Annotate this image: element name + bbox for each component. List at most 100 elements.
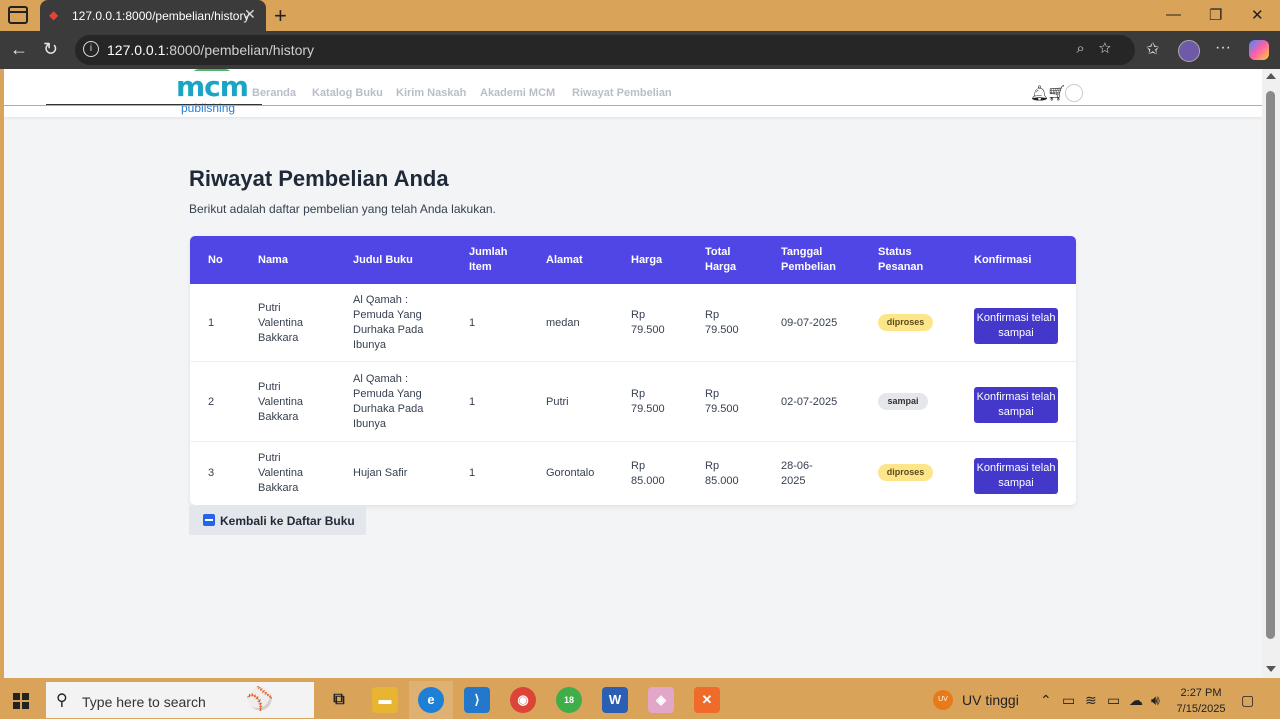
confirm-arrival-button[interactable]: Konfirmasi telah sampai bbox=[974, 387, 1058, 423]
header-total: Total Harga bbox=[705, 246, 737, 273]
scroll-down-icon[interactable] bbox=[1266, 666, 1276, 672]
cell-harga: Rp 79.500 bbox=[631, 309, 665, 336]
zoom-and-favorite-icons[interactable]: ⌕☆ bbox=[1076, 40, 1125, 57]
cell-total: Rp 79.500 bbox=[705, 309, 739, 336]
refresh-icon[interactable]: ↻ bbox=[43, 39, 58, 60]
cart-icon[interactable]: 🛒︎ bbox=[1047, 84, 1066, 102]
task-view-icon[interactable]: ⧉ bbox=[326, 687, 352, 713]
cell-total: Rp 85.000 bbox=[705, 460, 739, 487]
tray-chevron-icon[interactable]: ⌃ bbox=[1040, 692, 1052, 709]
header-tanggal: Tanggal Pembelian bbox=[781, 246, 837, 273]
search-highlight-icon: ⚾ bbox=[246, 686, 274, 711]
status-badge: sampai bbox=[878, 393, 928, 410]
header-harga: Harga bbox=[631, 254, 663, 266]
profile-avatar[interactable] bbox=[1178, 40, 1200, 62]
vertical-scrollbar[interactable] bbox=[1262, 69, 1280, 678]
cell-no: 1 bbox=[208, 317, 215, 329]
windows-taskbar: ⚲ Type here to search ⚾ ⧉ ▬ e ⟩ ◉ 18 W ◈… bbox=[0, 681, 1280, 719]
weather-icon[interactable]: UV bbox=[933, 690, 953, 710]
confirm-arrival-button[interactable]: Konfirmasi telah sampai bbox=[974, 308, 1058, 344]
purchase-history-table: No Nama Judul Buku Jumlah Item Alamat Ha… bbox=[190, 236, 1076, 505]
cell-nama: Putri Valentina Bakkara bbox=[258, 302, 304, 344]
cell-tanggal: 28-06-2025 bbox=[781, 460, 813, 487]
notification-icon[interactable]: ▢ bbox=[1241, 692, 1254, 709]
taskbar-clock[interactable]: 2:27 PM 7/15/2025 bbox=[1174, 685, 1228, 717]
cell-tanggal: 02-07-2025 bbox=[781, 396, 838, 408]
cell-alamat: Gorontalo bbox=[546, 467, 595, 479]
back-to-catalog-button[interactable]: Kembali ke Daftar Buku bbox=[189, 506, 366, 535]
chrome-icon[interactable]: ◉ bbox=[510, 687, 536, 713]
close-tab-icon[interactable]: ✕ bbox=[244, 6, 256, 23]
cell-jumlah: 1 bbox=[469, 396, 476, 408]
frame-guide-line bbox=[4, 105, 1262, 106]
table-row: 2 Putri Valentina Bakkara Al Qamah : Pem… bbox=[190, 362, 1076, 442]
logo-text: mcm bbox=[176, 70, 249, 103]
edge-icon[interactable]: e bbox=[418, 687, 444, 713]
address-toolbar: ← ↻ i 127.0.0.1:8000/pembelian/history ⌕… bbox=[0, 31, 1280, 69]
tab-actions-icon[interactable] bbox=[8, 6, 28, 24]
cell-judul: Hujan Safir bbox=[353, 467, 408, 479]
windows-start-icon[interactable] bbox=[13, 693, 29, 709]
back-icon[interactable]: ← bbox=[10, 39, 28, 60]
cell-harga: Rp 85.000 bbox=[631, 460, 665, 487]
cell-nama: Putri Valentina Bakkara bbox=[258, 452, 304, 494]
browser-tab[interactable]: ◆ 127.0.0.1:8000/pembelian/history ✕ bbox=[40, 0, 266, 31]
nav-beranda[interactable]: Beranda bbox=[252, 87, 296, 99]
url-field[interactable]: i 127.0.0.1:8000/pembelian/history ⌕☆ bbox=[75, 35, 1135, 65]
cell-jumlah: 1 bbox=[469, 467, 476, 479]
mcm-logo[interactable]: mcm publishing bbox=[176, 69, 249, 116]
weather-text[interactable]: UV tinggi bbox=[962, 692, 1019, 708]
nav-riwayat-pembelian[interactable]: Riwayat Pembelian bbox=[572, 87, 672, 99]
window-close-icon[interactable]: ✕ bbox=[1251, 6, 1264, 24]
cell-judul: Al Qamah : Pemuda Yang Durhaka Pada Ibun… bbox=[353, 373, 424, 430]
cell-total: Rp 79.500 bbox=[705, 388, 739, 415]
tray-meet-icon[interactable]: ▭ bbox=[1062, 692, 1075, 709]
vscode-icon[interactable]: ⟩ bbox=[464, 687, 490, 713]
nav-akademi-mcm[interactable]: Akademi MCM bbox=[480, 87, 555, 99]
scroll-thumb[interactable] bbox=[1266, 91, 1275, 639]
battery-icon[interactable]: ▭ bbox=[1107, 692, 1120, 709]
user-menu-icon[interactable] bbox=[1065, 84, 1083, 102]
app-icon[interactable]: ◈ bbox=[648, 687, 674, 713]
header-konfirmasi: Konfirmasi bbox=[974, 254, 1032, 266]
header-nama: Nama bbox=[258, 254, 288, 266]
clock-time: 2:27 PM bbox=[1180, 687, 1222, 699]
site-info-icon[interactable]: i bbox=[83, 41, 99, 57]
taskbar-search[interactable]: ⚲ Type here to search ⚾ bbox=[46, 682, 314, 718]
search-placeholder: Type here to search bbox=[82, 694, 206, 710]
tab-title: 127.0.0.1:8000/pembelian/history bbox=[72, 9, 250, 23]
cloud-icon[interactable]: ☁ bbox=[1129, 692, 1143, 709]
scroll-up-icon[interactable] bbox=[1266, 73, 1276, 79]
header-status: Status Pesanan bbox=[878, 246, 924, 273]
cell-alamat: Putri bbox=[546, 396, 569, 408]
header-jumlah: Jumlah Item bbox=[469, 246, 508, 273]
favorites-icon[interactable]: ✩ bbox=[1146, 39, 1159, 59]
word-icon[interactable]: W bbox=[602, 687, 628, 713]
nav-katalog-buku[interactable]: Katalog Buku bbox=[312, 87, 383, 99]
status-badge: diproses bbox=[878, 314, 933, 331]
cell-alamat: medan bbox=[546, 317, 580, 329]
page-viewport: mcm publishing Beranda Katalog Buku Kiri… bbox=[4, 69, 1262, 678]
cell-judul: Al Qamah : Pemuda Yang Durhaka Pada Ibun… bbox=[353, 294, 424, 351]
new-tab-icon[interactable]: + bbox=[274, 3, 287, 29]
restore-icon[interactable]: ❐ bbox=[1209, 6, 1222, 24]
wifi-icon[interactable]: ≋ bbox=[1085, 692, 1097, 709]
site-navbar: mcm publishing Beranda Katalog Buku Kiri… bbox=[4, 69, 1262, 117]
cell-tanggal: 09-07-2025 bbox=[781, 317, 838, 329]
copilot-icon[interactable] bbox=[1249, 40, 1269, 60]
back-button-label: Kembali ke Daftar Buku bbox=[220, 514, 355, 528]
xampp-icon[interactable]: ✕ bbox=[694, 687, 720, 713]
cell-harga: Rp 79.500 bbox=[631, 388, 665, 415]
nav-kirim-naskah[interactable]: Kirim Naskah bbox=[396, 87, 466, 99]
url-text: 127.0.0.1:8000/pembelian/history bbox=[107, 42, 315, 58]
minimize-icon[interactable]: — bbox=[1166, 6, 1181, 23]
chrome-badge-icon[interactable]: 18 bbox=[556, 687, 582, 713]
clock-date: 7/15/2025 bbox=[1176, 703, 1226, 715]
laravel-favicon-icon: ◆ bbox=[49, 8, 59, 22]
volume-icon[interactable]: 🔊︎ bbox=[1151, 692, 1160, 709]
minus-square-icon bbox=[203, 514, 215, 526]
more-menu-icon[interactable]: ··· bbox=[1215, 39, 1231, 57]
header-judul: Judul Buku bbox=[353, 254, 413, 266]
confirm-arrival-button[interactable]: Konfirmasi telah sampai bbox=[974, 458, 1058, 494]
file-explorer-icon[interactable]: ▬ bbox=[372, 687, 398, 713]
